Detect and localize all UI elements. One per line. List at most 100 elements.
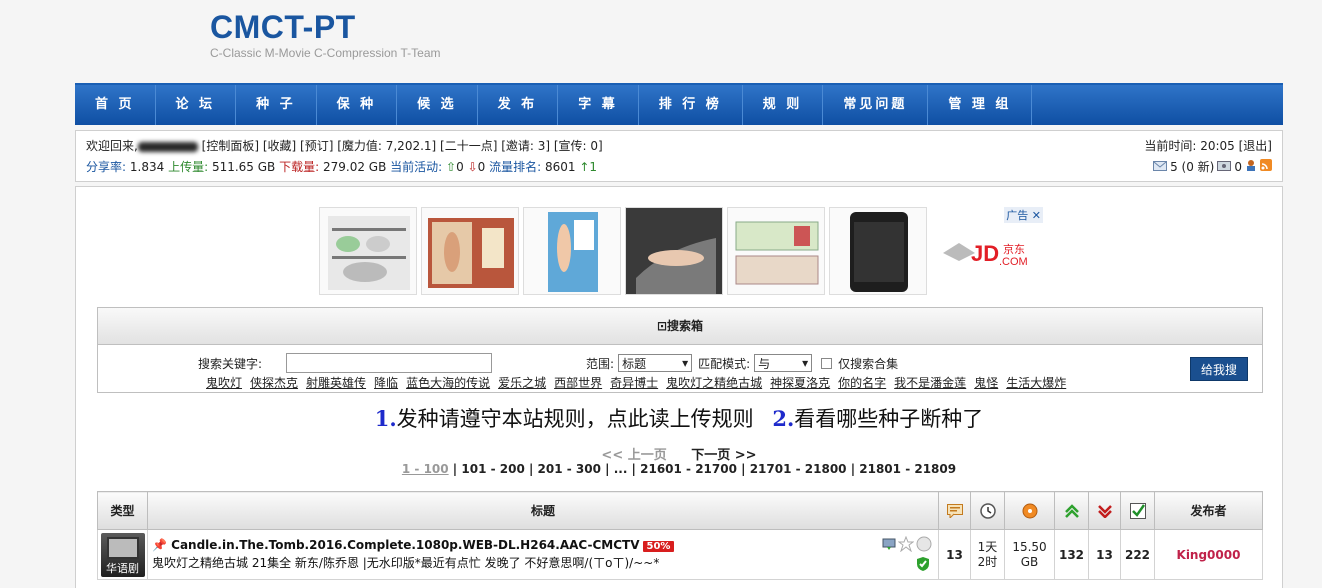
title-cell: 📌 Candle.in.The.Tomb.2016.Complete.1080p…: [147, 529, 939, 580]
nav-candidates[interactable]: 候 选: [397, 85, 478, 125]
torrent-actions: [882, 535, 932, 555]
col-seeders[interactable]: [1054, 491, 1089, 530]
leeching-count[interactable]: 0: [478, 160, 486, 174]
match-select[interactable]: 与 ▾: [754, 354, 813, 372]
dead-torrents-link[interactable]: 看看哪些种子断种了: [794, 407, 983, 431]
username-redacted[interactable]: [137, 141, 198, 152]
checkmark-icon: [1121, 502, 1154, 519]
upload-value: 511.65 GB: [211, 160, 276, 174]
scope-select[interactable]: 标题 ▾: [618, 354, 693, 372]
next-page-link[interactable]: 下一页 >>: [691, 448, 756, 463]
nav-faq[interactable]: 常见问题: [823, 85, 929, 125]
collection-label: 仅搜索合集: [838, 356, 899, 371]
comments-count[interactable]: 13: [938, 529, 971, 580]
torrent-title-line: 📌 Candle.in.The.Tomb.2016.Complete.1080p…: [152, 538, 934, 552]
torrent-subtitle: 鬼吹灯之精绝古城 21集全 新东/陈乔恩 |无水印版*最近有点忙 发晚了 不好意…: [152, 556, 660, 570]
col-leechers[interactable]: [1088, 491, 1121, 530]
inbox-icon[interactable]: [1217, 160, 1232, 174]
page-ranges: 1 - 100 | 101 - 200 | 201 - 300 | ... | …: [76, 462, 1282, 476]
messages-count[interactable]: 5 (0 新): [1170, 158, 1214, 175]
hot-search-item[interactable]: 蓝色大海的传说: [406, 374, 490, 391]
scope-value: 标题: [622, 356, 647, 371]
torrent-name-link[interactable]: Candle.in.The.Tomb.2016.Complete.1080p.W…: [171, 538, 639, 552]
friends-icon[interactable]: [1245, 159, 1257, 174]
col-age[interactable]: [970, 491, 1005, 530]
svg-text:JD: JD: [971, 241, 999, 266]
user-links-row: 欢迎回来, [控制面板] [收藏] [预订] [魔力值: 7,202.1] [二…: [86, 137, 603, 154]
ad-item-car[interactable]: [625, 207, 723, 295]
col-uploader[interactable]: 发布者: [1154, 491, 1263, 530]
nav-rankings[interactable]: 排 行 榜: [639, 85, 743, 125]
collection-checkbox[interactable]: [821, 357, 833, 369]
bookmark-star-icon[interactable]: [897, 535, 915, 555]
ad-item-poster[interactable]: [523, 207, 621, 295]
notice-num-2: 2.: [772, 406, 795, 431]
ad-item-book[interactable]: [421, 207, 519, 295]
rank-change: ↑1: [579, 160, 598, 174]
search-box: ⊡搜索箱 搜索关键字: 范围: 标题 ▾ 匹配模式: 与 ▾ 仅搜索合集 鬼吹灯 侠…: [97, 307, 1263, 393]
nav-torrents[interactable]: 种 子: [236, 85, 317, 125]
hot-search-item[interactable]: 降临: [374, 374, 398, 391]
torrent-table: 类型 标题 发布者 华语剧 📌 Candle.in.The.Tomb.2016.…: [97, 491, 1263, 580]
svg-text:.COM: .COM: [999, 256, 1028, 268]
hot-search-item[interactable]: 奇异博士: [610, 374, 658, 391]
hot-search-item[interactable]: 侠探杰克: [250, 374, 298, 391]
torrent-age: 1天 2时: [970, 529, 1005, 580]
current-page-range: 1 - 100: [401, 462, 449, 476]
nav-rules[interactable]: 规 则: [743, 85, 824, 125]
nav-staff[interactable]: 管 理 组: [928, 85, 1033, 125]
nav-home[interactable]: 首 页: [75, 85, 156, 125]
leeching-arrow-icon: ⇩: [467, 160, 478, 174]
col-completed[interactable]: [1120, 491, 1155, 530]
nav-keep-seed[interactable]: 保 种: [317, 85, 398, 125]
ad-item-phone[interactable]: [829, 207, 927, 295]
current-time[interactable]: 当前时间: 20:05 [退出]: [1144, 137, 1272, 154]
tv-icon: [106, 536, 139, 559]
hot-search-item[interactable]: 神探夏洛克: [770, 374, 830, 391]
comments-icon: [939, 503, 970, 518]
hot-search-item[interactable]: 鬼吹灯: [206, 374, 242, 391]
hot-search-item[interactable]: 射雕英雄传: [306, 374, 366, 391]
leechers-count[interactable]: 13: [1088, 529, 1121, 580]
upload-rules-link[interactable]: 发种请遵守本站规则，点此读上传规则: [397, 407, 754, 431]
site-logo[interactable]: CMCT-PT C-Classic M-Movie C-Compression …: [210, 8, 440, 60]
ad-item-jd[interactable]: JD 京东 .COM 广告 ✕: [931, 207, 1043, 295]
seeding-count[interactable]: 0: [456, 160, 464, 174]
pager-nav: << 上一页 下一页 >>: [76, 444, 1282, 463]
hot-search-item[interactable]: 我不是潘金莲: [894, 374, 966, 391]
ad-item-shelf[interactable]: [319, 207, 417, 295]
nav-upload[interactable]: 发 布: [478, 85, 559, 125]
ad-tag[interactable]: 广告 ✕: [1004, 207, 1043, 223]
page-range-links[interactable]: | 101 - 200 | 201 - 300 | ... | 21601 - …: [449, 462, 956, 476]
mail-icon[interactable]: [1153, 160, 1168, 174]
nav-subtitles[interactable]: 字 幕: [558, 85, 639, 125]
nav-forum[interactable]: 论 坛: [156, 85, 237, 125]
type-cell: 华语剧: [97, 529, 148, 580]
rank-label: 流量排名:: [489, 160, 542, 174]
ad-item-banknotes[interactable]: [727, 207, 825, 295]
search-box-title[interactable]: ⊡搜索箱: [98, 308, 1262, 345]
keyword-input[interactable]: [286, 353, 493, 373]
rss-icon[interactable]: [1260, 159, 1272, 174]
hot-search-item[interactable]: 鬼吹灯之精绝古城: [666, 374, 762, 391]
hot-search-item[interactable]: 你的名字: [838, 374, 886, 391]
col-comments[interactable]: [938, 491, 971, 530]
col-title[interactable]: 标题: [147, 491, 939, 530]
hot-search-item[interactable]: 生活大爆炸: [1006, 374, 1066, 391]
download-value: 279.02 GB: [322, 160, 387, 174]
user-links[interactable]: [控制面板] [收藏] [预订] [魔力值: 7,202.1] [二十一点] […: [202, 139, 603, 153]
seeders-count[interactable]: 132: [1054, 529, 1089, 580]
hot-search-item[interactable]: 西部世界: [554, 374, 602, 391]
disc-icon: [1005, 503, 1054, 519]
inbox-count[interactable]: 0: [1234, 160, 1242, 174]
uploader-link[interactable]: King0000: [1177, 548, 1241, 562]
search-button[interactable]: 给我搜: [1190, 357, 1248, 381]
col-size[interactable]: [1004, 491, 1055, 530]
col-type[interactable]: 类型: [97, 491, 148, 530]
match-label: 匹配模式:: [698, 356, 751, 371]
hot-search-item[interactable]: 鬼怪: [974, 374, 998, 391]
hot-search-item[interactable]: 爱乐之城: [498, 374, 546, 391]
download-icon[interactable]: [882, 537, 896, 554]
completed-count[interactable]: 222: [1120, 529, 1155, 580]
category-badge[interactable]: 华语剧: [100, 532, 145, 577]
